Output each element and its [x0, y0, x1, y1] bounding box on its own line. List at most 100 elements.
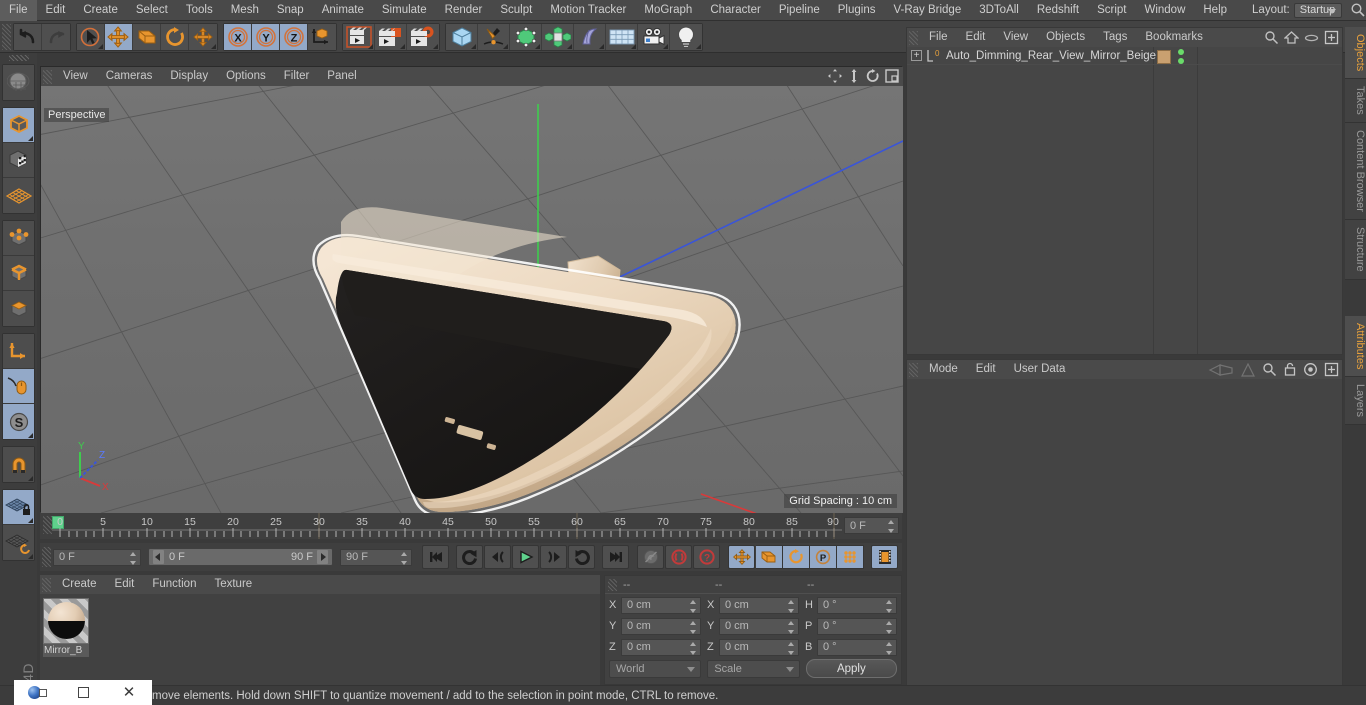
key-parameter-button[interactable]: P — [810, 545, 837, 569]
timeline-ruler[interactable]: 0 5 10 15 20 25 30 35 40 45 50 55 60 65 … — [52, 513, 842, 539]
coord-input-rot-h[interactable]: 0 ° — [817, 596, 897, 614]
attribute-manager-content[interactable] — [907, 379, 1342, 685]
model-mode-button[interactable] — [3, 108, 34, 143]
layout-select[interactable]: Startup — [1293, 2, 1342, 18]
menu-item-edit[interactable]: Edit — [37, 0, 75, 21]
stepper-arrows-icon[interactable] — [788, 620, 795, 634]
go-to-start-button[interactable] — [422, 545, 449, 569]
maximize-icon[interactable] — [885, 69, 899, 86]
menu-item-help[interactable]: Help — [1194, 0, 1236, 21]
step-forward-button[interactable] — [540, 545, 567, 569]
tab-content-browser[interactable]: Content Browser — [1345, 123, 1366, 220]
viewport-menu-cameras[interactable]: Cameras — [97, 67, 162, 86]
object-menu-file[interactable]: File — [920, 28, 957, 47]
autokeying-button[interactable]: ? — [693, 545, 720, 569]
menu-item-render[interactable]: Render — [436, 0, 492, 21]
rotate-icon[interactable] — [866, 69, 880, 86]
coordinate-system-select[interactable]: World — [609, 659, 702, 678]
playbar-grip[interactable] — [42, 547, 51, 567]
visibility-dots-icon[interactable] — [1178, 49, 1184, 64]
lock-z-axis-button[interactable]: Z — [280, 23, 308, 50]
viewport-menu-options[interactable]: Options — [217, 67, 275, 86]
tool-options-corner[interactable] — [28, 433, 33, 438]
left-palette-grip[interactable] — [8, 55, 29, 61]
previous-keyframe-button[interactable] — [456, 545, 483, 569]
key-scale-button[interactable] — [756, 545, 783, 569]
close-window-button[interactable]: ✕ — [106, 680, 152, 705]
coordinates-grip[interactable] — [608, 578, 617, 591]
menu-item-simulate[interactable]: Simulate — [373, 0, 436, 21]
enable-axis-modification-button[interactable] — [3, 334, 34, 369]
menu-item-motion-tracker[interactable]: Motion Tracker — [541, 0, 635, 21]
add-light-button[interactable] — [670, 23, 702, 50]
tool-options-corner[interactable] — [567, 43, 572, 49]
autokey-disabled-button[interactable] — [637, 545, 664, 569]
texture-mode-button[interactable] — [3, 143, 34, 178]
viewport-menu-filter[interactable]: Filter — [275, 67, 319, 86]
stepper-arrows-icon[interactable] — [690, 599, 697, 613]
add-deformer-button[interactable] — [574, 23, 606, 50]
tab-attributes[interactable]: Attributes — [1345, 315, 1366, 378]
tool-options-corner[interactable] — [400, 43, 405, 49]
coord-input-size-y[interactable]: 0 cm — [719, 617, 799, 635]
object-menu-tags[interactable]: Tags — [1094, 28, 1136, 47]
search-icon[interactable] — [1264, 30, 1279, 48]
attribute-menu-edit[interactable]: Edit — [967, 360, 1005, 379]
material-tag-icon[interactable] — [1157, 49, 1171, 64]
magnet-tool-button[interactable] — [3, 447, 34, 482]
redo-button[interactable] — [42, 23, 70, 50]
object-menu-objects[interactable]: Objects — [1037, 28, 1094, 47]
material-manager-grip[interactable] — [42, 577, 51, 592]
render-view-button[interactable] — [343, 23, 375, 50]
tool-options-corner[interactable] — [696, 43, 701, 49]
points-mode-button[interactable] — [3, 221, 34, 256]
coord-input-size-z[interactable]: 0 cm — [719, 638, 799, 656]
viewport-menu-view[interactable]: View — [54, 67, 97, 86]
timeline-grip[interactable] — [43, 516, 52, 534]
key-rotation-button[interactable] — [783, 545, 810, 569]
menu-item-create[interactable]: Create — [74, 0, 127, 21]
tool-options-corner[interactable] — [663, 43, 668, 49]
current-frame-input[interactable]: 0 F — [53, 548, 141, 566]
ellipse-icon[interactable] — [1304, 30, 1319, 48]
toolbar-grip[interactable] — [2, 23, 11, 50]
coord-input-pos-x[interactable]: 0 cm — [621, 596, 701, 614]
stepper-arrows-icon[interactable] — [788, 641, 795, 655]
timeline-current-frame-input[interactable]: 0 F — [844, 517, 899, 534]
stepper-arrows-icon[interactable] — [886, 599, 893, 613]
material-item[interactable]: Mirror_B — [43, 598, 89, 657]
material-menu-texture[interactable]: Texture — [205, 575, 261, 594]
live-selection-tool[interactable] — [77, 23, 105, 50]
menu-item-character[interactable]: Character — [701, 0, 770, 21]
tool-options-corner[interactable] — [28, 518, 33, 523]
render-settings-button[interactable] — [407, 23, 439, 50]
search-icon[interactable] — [1350, 2, 1366, 18]
tool-options-corner[interactable] — [28, 554, 33, 559]
menu-item-file[interactable]: File — [0, 0, 37, 21]
menu-item-3dtoall[interactable]: 3DToAll — [970, 0, 1028, 21]
menu-item-mesh[interactable]: Mesh — [222, 0, 268, 21]
material-menu-function[interactable]: Function — [143, 575, 205, 594]
coord-input-rot-b[interactable]: 0 ° — [817, 638, 897, 656]
stepper-arrows-icon[interactable] — [690, 641, 697, 655]
record-active-objects-button[interactable] — [665, 545, 692, 569]
preview-range-slider[interactable]: 0 F 90 F — [148, 548, 333, 566]
edges-mode-button[interactable] — [3, 256, 34, 291]
attribute-menu-user-data[interactable]: User Data — [1005, 360, 1075, 379]
parametric-move-tool[interactable] — [189, 23, 217, 50]
add-array-button[interactable] — [542, 23, 574, 50]
move-tool[interactable] — [105, 23, 133, 50]
key-point-level-button[interactable] — [837, 545, 864, 569]
coord-input-rot-p[interactable]: 0 ° — [817, 617, 897, 635]
size-mode-select[interactable]: Scale — [707, 659, 800, 678]
menu-item-plugins[interactable]: Plugins — [829, 0, 885, 21]
lock-x-axis-button[interactable]: X — [224, 23, 252, 50]
range-start-handle[interactable] — [153, 550, 164, 564]
material-menu-edit[interactable]: Edit — [106, 575, 144, 594]
object-menu-view[interactable]: View — [994, 28, 1037, 47]
stepper-arrows-icon[interactable] — [886, 641, 893, 655]
history-back-icon[interactable] — [1208, 363, 1234, 380]
next-keyframe-button[interactable] — [568, 545, 595, 569]
tool-options-corner[interactable] — [631, 43, 636, 49]
expand-toggle-icon[interactable]: + — [911, 50, 922, 61]
